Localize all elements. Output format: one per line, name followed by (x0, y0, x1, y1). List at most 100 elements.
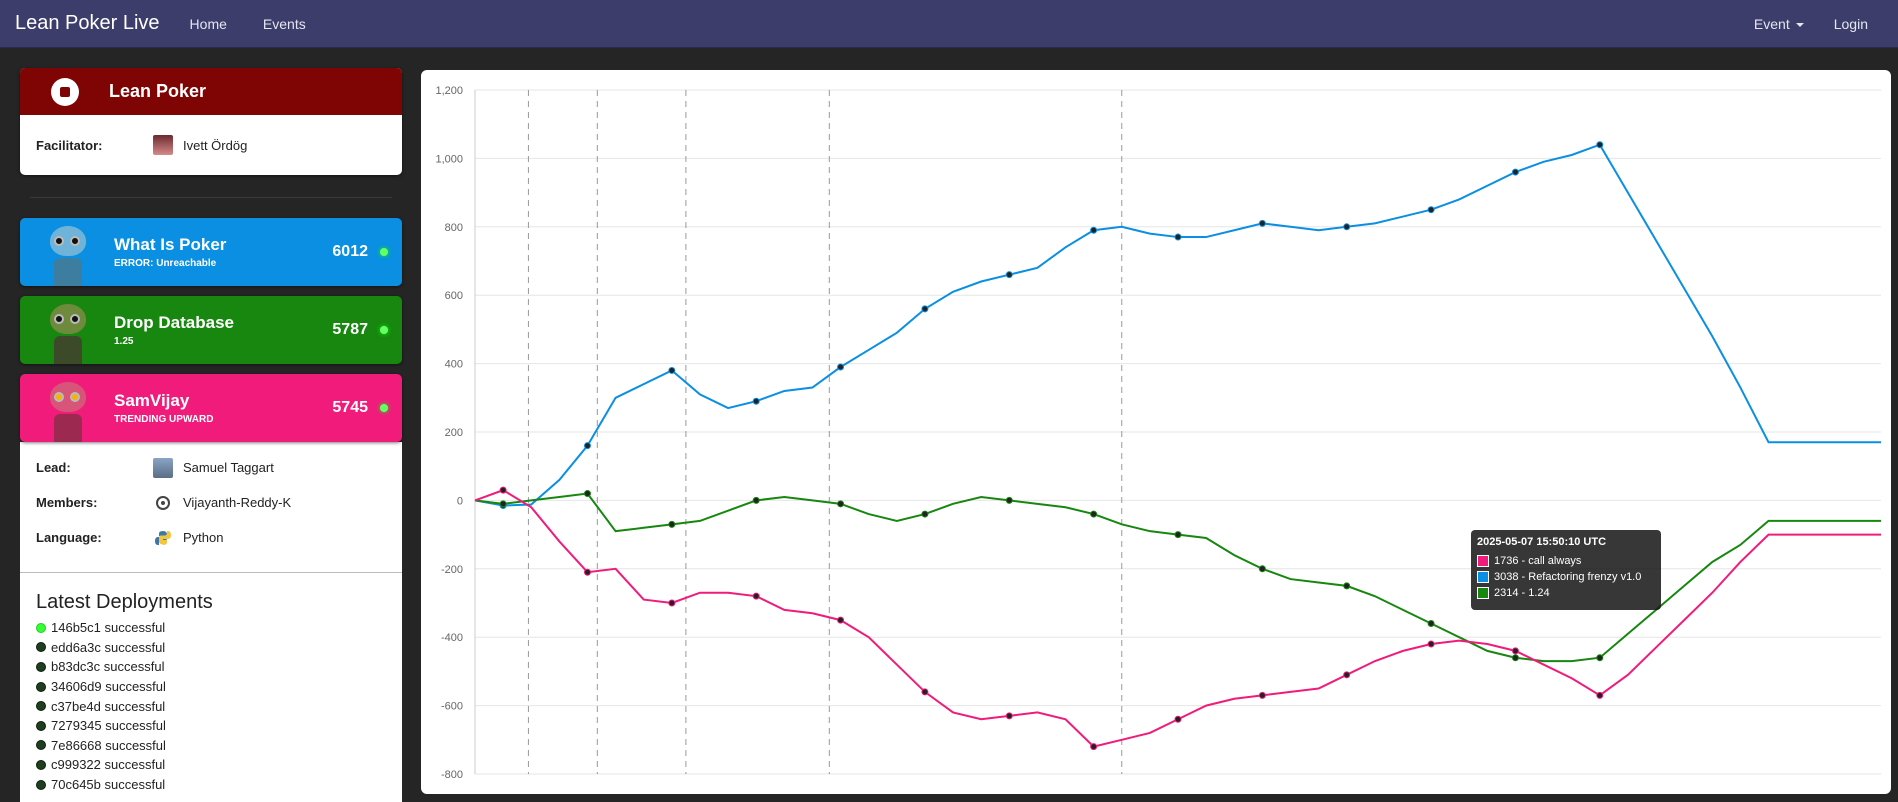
login-link[interactable]: Login (1834, 16, 1868, 32)
data-point (583, 442, 591, 450)
data-point (499, 486, 507, 494)
deployment-status-icon (36, 720, 46, 731)
event-dropdown[interactable]: Event (1754, 16, 1804, 32)
data-point (1427, 640, 1435, 648)
left-column: Lean Poker Facilitator: Ivett Ördög What… (20, 68, 402, 802)
data-point (921, 510, 929, 518)
data-point (1343, 671, 1351, 679)
facilitator-label: Facilitator: (36, 137, 103, 153)
deployment-text: c999322 successful (51, 757, 166, 773)
data-point (583, 568, 591, 576)
deployment-item: 34606d9 successful (36, 677, 386, 697)
team-details: Lead: Samuel Taggart Members: Vijayanth-… (20, 442, 402, 572)
data-point (1005, 496, 1013, 504)
team-info: What Is Poker ERROR: Unreachable (114, 235, 226, 269)
team-name: Drop Database (114, 313, 234, 332)
deployment-status-icon (36, 681, 46, 692)
deployments-title: Latest Deployments (36, 591, 213, 613)
nav-right: Event Login (1754, 16, 1898, 32)
caret-down-icon (1795, 22, 1804, 27)
team-status: TRENDING UPWARD (114, 414, 214, 425)
event-body: Facilitator: Ivett Ördög (20, 115, 402, 175)
tooltip-row-text: 2314 - 1.24 (1494, 587, 1550, 599)
tooltip-row: 2314 - 1.24 (1477, 585, 1655, 601)
data-point (1511, 647, 1519, 655)
y-tick-label: -400 (441, 632, 463, 644)
deployment-item: edd6a3c successful (36, 638, 386, 658)
data-point (499, 500, 507, 508)
member-name[interactable]: Vijayanth-Reddy-K (183, 495, 291, 510)
github-avatar-icon (153, 493, 173, 513)
deployment-status-icon (36, 701, 46, 712)
deployment-item: 70c645b successful (36, 775, 386, 795)
data-point (1343, 582, 1351, 590)
data-point (583, 490, 591, 498)
team-card-samvijay[interactable]: SamVijay TRENDING UPWARD 5745 (20, 374, 402, 442)
online-status-icon (380, 248, 388, 256)
deployment-status-icon (36, 622, 46, 633)
team-name: SamVijay (114, 391, 190, 410)
stop-button[interactable] (51, 77, 79, 106)
facilitator-avatar (153, 135, 173, 155)
members-row: Members: Vijayanth-Reddy-K (36, 485, 386, 520)
lead-avatar (153, 457, 173, 478)
series-swatch (1477, 555, 1489, 567)
deployment-text: 7e86668 successful (51, 737, 166, 753)
team-card-drop-database[interactable]: Drop Database 1.25 5787 (20, 296, 402, 364)
team-info: SamVijay TRENDING UPWARD (114, 391, 213, 425)
lead-label: Lead: (36, 460, 71, 475)
language-name: Python (183, 530, 224, 545)
event-card: Lean Poker Facilitator: Ivett Ördög (20, 68, 402, 175)
data-point (1258, 691, 1266, 699)
deployment-text: 7279345 successful (51, 718, 166, 734)
online-status-icon (380, 326, 388, 334)
deployment-text: 146b5c1 successful (51, 620, 166, 636)
chart-tooltip: 2025-05-07 15:50:10 UTC 1736 - call alwa… (1471, 530, 1661, 610)
tooltip-title: 2025-05-07 15:50:10 UTC (1477, 536, 1607, 548)
language-row: Language: Python (36, 520, 386, 555)
python-icon (153, 528, 173, 548)
data-point (1596, 141, 1604, 149)
y-tick-label: 1,000 (435, 153, 463, 165)
y-tick-label: 400 (445, 359, 463, 371)
data-point (1258, 219, 1266, 227)
data-point (1174, 531, 1182, 539)
team-card-what-is-poker[interactable]: What Is Poker ERROR: Unreachable 6012 (20, 218, 402, 286)
online-status-icon (380, 404, 388, 412)
divider (30, 197, 392, 198)
data-point (1090, 743, 1098, 751)
members-label: Members: (36, 495, 98, 510)
top-navbar: Lean Poker Live Home Events Event Login (0, 0, 1898, 48)
team-score: 6012 (332, 243, 368, 260)
deployment-item: 146b5c1 successful (36, 618, 386, 638)
data-point (752, 397, 760, 405)
data-point (1427, 206, 1435, 214)
robot-avatar-icon (36, 296, 100, 364)
data-point (752, 496, 760, 504)
data-point (668, 599, 676, 607)
data-point (1511, 654, 1519, 662)
data-point (1174, 233, 1182, 241)
deployment-text: b83dc3c successful (51, 659, 165, 675)
data-point (921, 688, 929, 696)
y-tick-label: -200 (441, 564, 463, 576)
chart-svg: -800 -600 -400 -200 0 200 400 600 800 1,000 1,200 (435, 85, 1881, 781)
data-point (668, 520, 676, 528)
brand-link[interactable]: Lean Poker Live (15, 12, 160, 35)
nav-home[interactable]: Home (190, 16, 227, 32)
data-point (837, 616, 845, 624)
deployment-item: c37be4d successful (36, 696, 386, 716)
event-title: Lean Poker (109, 81, 207, 101)
team-status: ERROR: Unreachable (114, 258, 217, 269)
data-point (1596, 654, 1604, 662)
deployment-item: 7279345 successful (36, 716, 386, 736)
deployment-item: b83dc3c successful (36, 657, 386, 677)
team-score: 5787 (332, 321, 368, 338)
latest-deployments: Latest Deployments 146b5c1 successful edd… (20, 572, 402, 802)
nav-events[interactable]: Events (263, 16, 306, 32)
y-tick-label: -800 (441, 769, 463, 781)
deployment-status-icon (36, 779, 46, 790)
tooltip-row-text: 3038 - Refactoring frenzy v1.0 (1494, 571, 1642, 583)
data-point (1343, 223, 1351, 231)
data-point (1090, 510, 1098, 518)
